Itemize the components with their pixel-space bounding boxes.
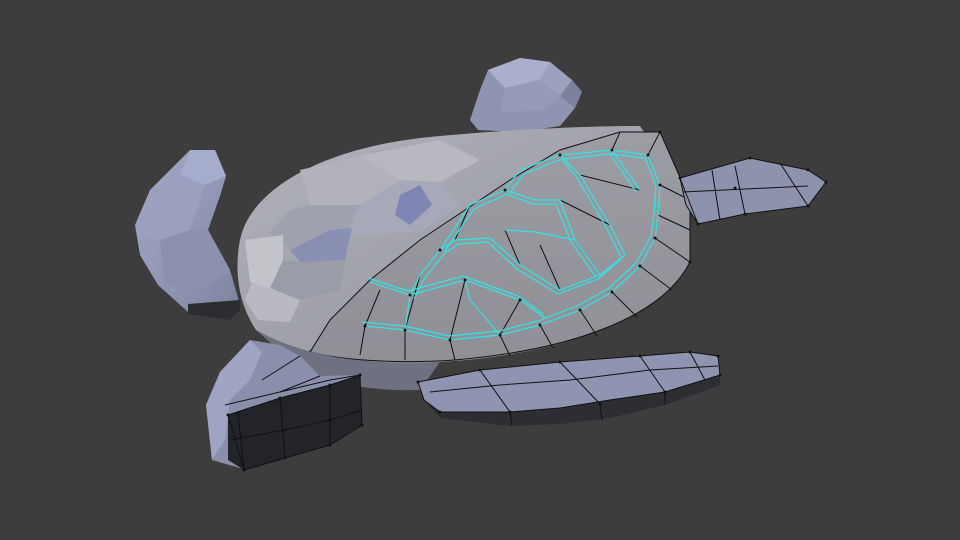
- front-left-flipper-mesh[interactable]: [135, 150, 240, 320]
- head-mesh[interactable]: [470, 58, 582, 132]
- shell-mesh[interactable]: [237, 126, 692, 391]
- rear-right-flipper-mesh[interactable]: [678, 156, 828, 226]
- 3d-viewport[interactable]: [0, 0, 960, 540]
- front-right-flipper-mesh[interactable]: [416, 350, 722, 427]
- viewport-canvas[interactable]: [0, 0, 960, 540]
